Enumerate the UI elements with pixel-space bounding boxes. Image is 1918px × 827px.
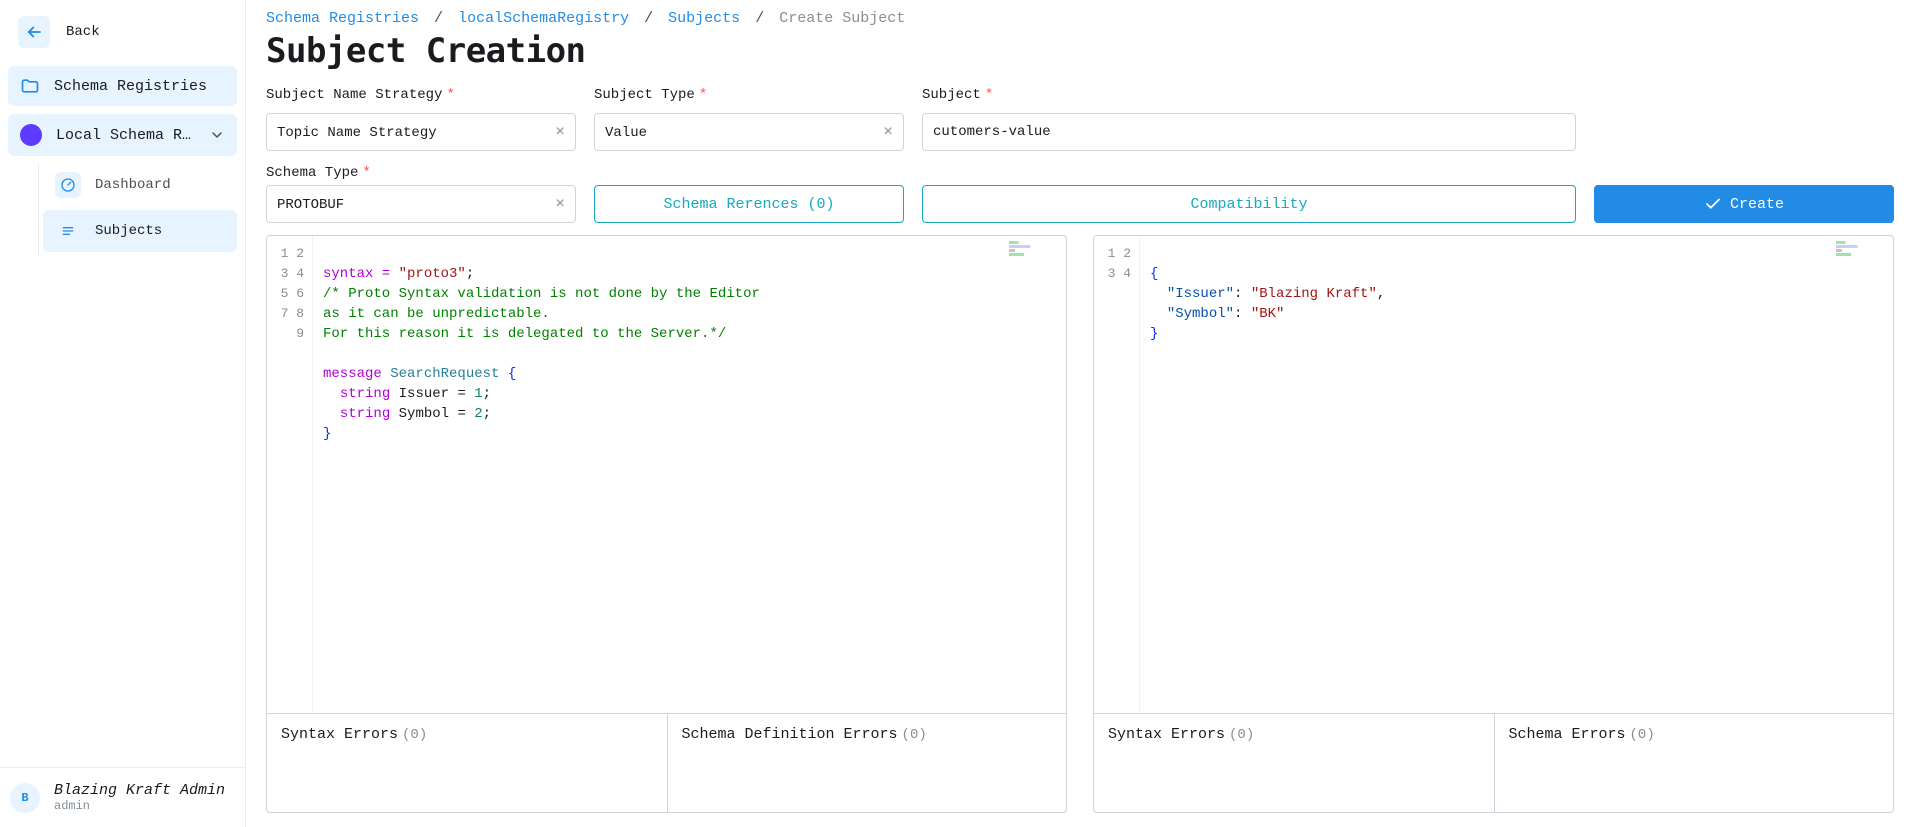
line-gutter: 1 2 3 4 5 6 7 8 9 [267,236,313,713]
compatibility-button[interactable]: Compatibility [922,185,1576,223]
minimap[interactable] [1009,239,1063,265]
sidebar-item-local-registry[interactable]: Local Schema Regi… [8,114,237,156]
right-errors: Syntax Errors(0) Schema Errors(0) [1093,713,1894,813]
list-icon [55,218,81,244]
folder-icon [20,76,40,96]
schema-type-label: Schema Type* [266,165,576,181]
sidebar-item-label: Schema Registries [54,78,207,95]
right-editor-column: 1 2 3 4 { "Issuer": "Blazing Kraft", "Sy… [1093,235,1894,813]
schema-references-button[interactable]: Schema Rerences (0) [594,185,904,223]
clear-icon[interactable]: × [555,123,565,141]
code-area[interactable]: { "Issuer": "Blazing Kraft", "Symbol": "… [1140,236,1893,713]
breadcrumb-current: Create Subject [779,10,905,27]
sidebar-item-label: Local Schema Regi… [56,127,195,144]
schema-definition-errors-panel: Schema Definition Errors(0) [667,714,1067,812]
create-button[interactable]: Create [1594,185,1894,223]
clear-icon[interactable]: × [883,123,893,141]
subject-input[interactable] [922,113,1576,151]
registry-dot-icon [20,124,42,146]
subject-type-label: Subject Type* [594,87,904,103]
chevron-down-icon [209,127,225,143]
strategy-select[interactable]: Topic Name Strategy × [266,113,576,151]
left-errors: Syntax Errors(0) Schema Definition Error… [266,713,1067,813]
back-label: Back [66,24,100,40]
code-area[interactable]: syntax = "proto3"; /* Proto Syntax valid… [313,236,1066,713]
sidebar-sublist: Dashboard Subjects [38,164,237,256]
avatar: B [10,783,40,813]
syntax-errors-panel: Syntax Errors(0) [1094,714,1494,812]
minimap[interactable] [1836,239,1890,265]
breadcrumb-link[interactable]: localSchemaRegistry [458,10,629,27]
strategy-label: Subject Name Strategy* [266,87,576,103]
sidebar-item-dashboard[interactable]: Dashboard [43,164,237,206]
sidebar-item-subjects[interactable]: Subjects [43,210,237,252]
main-content: Schema Registries / localSchemaRegistry … [246,0,1918,827]
breadcrumb-link[interactable]: Schema Registries [266,10,419,27]
back-arrow-icon [18,16,50,48]
gauge-icon [55,172,81,198]
sidebar-item-label: Dashboard [95,177,171,193]
subject-label: Subject* [922,87,1576,103]
schema-editor[interactable]: 1 2 3 4 5 6 7 8 9 syntax = "proto3"; /* … [266,235,1067,713]
user-profile[interactable]: B Blazing Kraft Admin admin [0,767,245,827]
line-gutter: 1 2 3 4 [1094,236,1140,713]
sample-editor[interactable]: 1 2 3 4 { "Issuer": "Blazing Kraft", "Sy… [1093,235,1894,713]
subject-type-select[interactable]: Value × [594,113,904,151]
user-role: admin [54,799,225,813]
schema-errors-panel: Schema Errors(0) [1494,714,1894,812]
check-icon [1704,195,1722,213]
clear-icon[interactable]: × [555,195,565,213]
sidebar: Back Schema Registries Local Schema Regi… [0,0,246,827]
page-title: Subject Creation [266,31,1894,71]
user-name: Blazing Kraft Admin [54,782,225,799]
breadcrumb-link[interactable]: Subjects [668,10,740,27]
breadcrumb: Schema Registries / localSchemaRegistry … [266,10,1894,27]
sidebar-item-label: Subjects [95,223,162,239]
syntax-errors-panel: Syntax Errors(0) [267,714,667,812]
left-editor-column: 1 2 3 4 5 6 7 8 9 syntax = "proto3"; /* … [266,235,1067,813]
schema-type-select[interactable]: PROTOBUF × [266,185,576,223]
sidebar-item-schema-registries[interactable]: Schema Registries [8,66,237,106]
back-button[interactable]: Back [8,8,237,56]
